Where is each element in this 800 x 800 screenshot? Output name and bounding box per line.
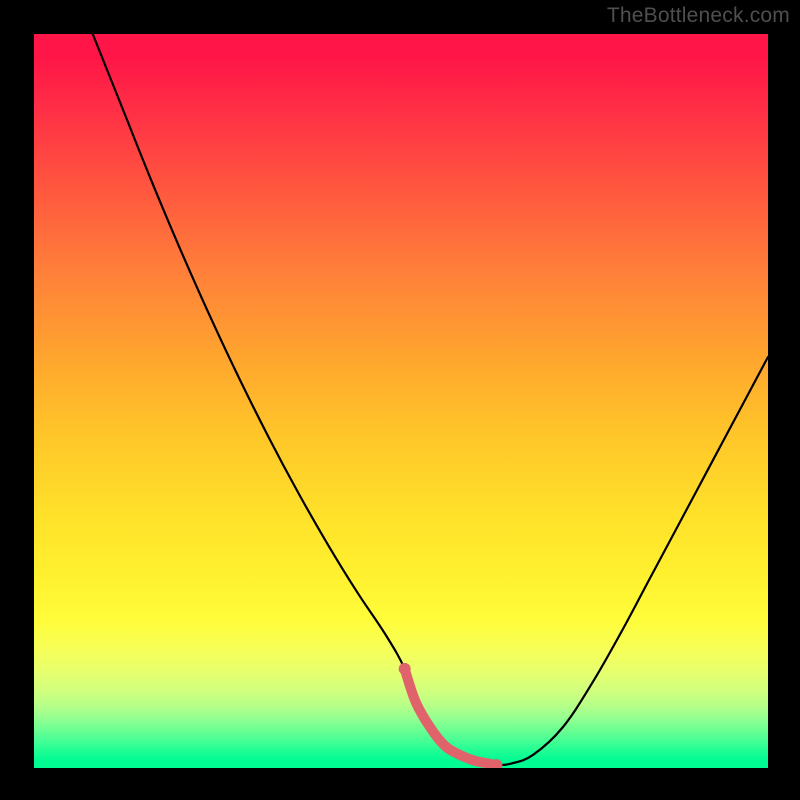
- highlight-start-dot: [399, 663, 411, 675]
- highlight-segment: [405, 669, 497, 765]
- chart-frame: TheBottleneck.com: [0, 0, 800, 800]
- plot-area: [34, 34, 768, 768]
- curve-layer: [34, 34, 768, 768]
- bottleneck-curve: [93, 34, 768, 765]
- watermark-text: TheBottleneck.com: [607, 4, 790, 28]
